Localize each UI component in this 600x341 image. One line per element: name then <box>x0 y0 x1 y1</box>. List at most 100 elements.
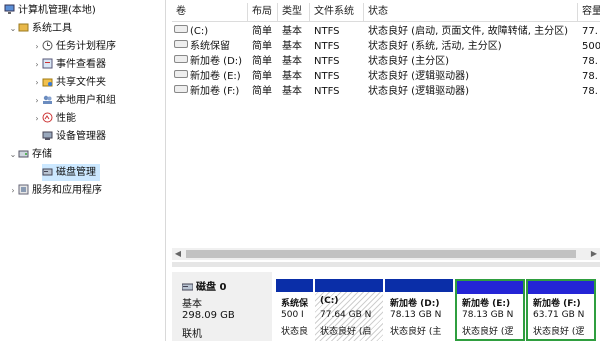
disk-size: 298.09 GB <box>182 310 235 321</box>
disk-info[interactable]: 磁盘 0 基本 298.09 GB 联机 <box>172 272 272 341</box>
volume-status: 状态良好 (逻辑驱动器) <box>368 71 469 82</box>
partition-size: 78.13 GB N <box>462 310 514 320</box>
volume-type: 基本 <box>282 71 302 82</box>
tools-icon <box>18 22 29 33</box>
tree-item-performance[interactable]: › 性能 <box>32 110 76 127</box>
partition-size: 77.64 GB N <box>320 310 372 320</box>
volume-icon <box>174 85 188 93</box>
tree-item-task-scheduler[interactable]: › 任务计划程序 <box>32 38 116 55</box>
volume-status: 状态良好 (主分区) <box>368 56 449 67</box>
disk-icon <box>42 166 53 177</box>
volume-layout: 简单 <box>252 41 272 52</box>
volume-fs: NTFS <box>314 86 340 97</box>
tree-item-system-tools[interactable]: ⌄ 系统工具 <box>8 20 72 37</box>
disk-map: 磁盘 0 基本 298.09 GB 联机 系统保 500 I 状态良 (C:) … <box>172 267 600 341</box>
volume-type: 基本 <box>282 26 302 37</box>
column-header-volume[interactable]: 卷 <box>172 3 248 21</box>
disk-state: 联机 <box>182 329 202 340</box>
partition-status: 状态良好 (逻 <box>462 327 514 337</box>
tree-item-disk-management[interactable]: 磁盘管理 <box>42 164 100 181</box>
volume-list-header: 卷 布局 类型 文件系统 状态 容量 <box>172 3 600 22</box>
volume-name: 新加卷 (E:) <box>174 69 248 84</box>
partition-title: 新加卷 (E:) <box>462 299 511 309</box>
partition-size: 500 I <box>281 310 304 320</box>
chevron-right-icon[interactable]: › <box>32 74 42 91</box>
chevron-right-icon[interactable]: › <box>32 56 42 73</box>
volume-name-text: 新加卷 (F:) <box>190 86 240 97</box>
chevron-right-icon[interactable]: › <box>32 38 42 55</box>
partition-f[interactable]: 新加卷 (F:) 63.71 GB N 状态良好 (逻 <box>526 279 596 341</box>
volume-capacity: 78. <box>582 71 598 82</box>
disk-title: 磁盘 0 <box>181 278 227 293</box>
column-header-filesystem[interactable]: 文件系统 <box>310 3 364 21</box>
device-manager-icon <box>42 130 53 141</box>
performance-icon <box>42 112 53 123</box>
volume-status: 状态良好 (系统, 活动, 主分区) <box>368 41 502 52</box>
scroll-right-icon[interactable]: ▶ <box>588 248 600 260</box>
computer-icon <box>4 4 15 15</box>
partition-bar <box>457 281 523 294</box>
scroll-left-icon[interactable]: ◀ <box>172 248 184 260</box>
volume-layout: 简单 <box>252 86 272 97</box>
disk-type: 基本 <box>182 299 202 310</box>
tree-label: 共享文件夹 <box>56 77 106 88</box>
navigation-tree: 计算机管理(本地) ⌄ 系统工具 › 任务计划程序 › 事件查看器 › 共享文件夹 › 本… <box>0 0 166 341</box>
tree-label: 任务计划程序 <box>56 41 116 52</box>
services-icon <box>18 184 29 195</box>
volume-name-text: (C:) <box>190 26 209 37</box>
volume-type: 基本 <box>282 56 302 67</box>
partition-status: 状态良 <box>281 327 309 337</box>
chevron-right-icon[interactable]: › <box>8 182 18 199</box>
chevron-down-icon[interactable]: ⌄ <box>8 20 18 37</box>
partition-bar <box>385 279 453 292</box>
tree-item-shared-folders[interactable]: › 共享文件夹 <box>32 74 106 91</box>
volume-row[interactable]: 新加卷 (D:) 简单 基本 NTFS 状态良好 (主分区) 78. <box>172 54 600 69</box>
volume-name: (C:) <box>174 24 248 39</box>
column-header-layout[interactable]: 布局 <box>248 3 278 21</box>
volume-fs: NTFS <box>314 56 340 67</box>
column-header-type[interactable]: 类型 <box>278 3 310 21</box>
partition-d[interactable]: 新加卷 (D:) 78.13 GB N 状态良好 (主 <box>385 279 453 341</box>
tree-label: 性能 <box>56 113 76 124</box>
volume-status: 状态良好 (启动, 页面文件, 故障转储, 主分区) <box>368 26 569 37</box>
volume-row[interactable]: 系统保留 简单 基本 NTFS 状态良好 (系统, 活动, 主分区) 500 <box>172 39 600 54</box>
chevron-right-icon[interactable]: › <box>32 110 42 127</box>
volume-row[interactable]: 新加卷 (E:) 简单 基本 NTFS 状态良好 (逻辑驱动器) 78. <box>172 69 600 84</box>
volume-row[interactable]: (C:) 简单 基本 NTFS 状态良好 (启动, 页面文件, 故障转储, 主分… <box>172 24 600 39</box>
shared-folder-icon <box>42 76 53 87</box>
volume-status: 状态良好 (逻辑驱动器) <box>368 86 469 97</box>
tree-item-root[interactable]: 计算机管理(本地) <box>4 2 96 19</box>
tree-label: 计算机管理(本地) <box>18 5 96 16</box>
volume-layout: 简单 <box>252 71 272 82</box>
partition-e[interactable]: 新加卷 (E:) 78.13 GB N 状态良好 (逻 <box>455 279 525 341</box>
tree-label: 磁盘管理 <box>56 167 96 178</box>
volume-name-text: 新加卷 (E:) <box>190 71 241 82</box>
tree-item-services[interactable]: › 服务和应用程序 <box>8 182 102 199</box>
volume-row[interactable]: 新加卷 (F:) 简单 基本 NTFS 状态良好 (逻辑驱动器) 78. <box>172 84 600 99</box>
volume-fs: NTFS <box>314 41 340 52</box>
partition-title: 新加卷 (D:) <box>390 299 440 309</box>
tree-item-event-viewer[interactable]: › 事件查看器 <box>32 56 106 73</box>
volume-capacity: 78. <box>582 86 598 97</box>
tree-item-storage[interactable]: ⌄ 存储 <box>8 146 52 163</box>
scrollbar-thumb[interactable] <box>186 250 576 258</box>
partition-title: (C:) <box>320 296 339 306</box>
column-header-capacity[interactable]: 容量 <box>578 3 600 21</box>
column-header-status[interactable]: 状态 <box>364 3 578 21</box>
tree-label: 存储 <box>32 149 52 160</box>
tree-label: 事件查看器 <box>56 59 106 70</box>
partition-system-reserved[interactable]: 系统保 500 I 状态良 <box>276 279 313 341</box>
disk-name: 磁盘 0 <box>196 282 227 293</box>
tree-item-device-manager[interactable]: 设备管理器 <box>42 128 106 145</box>
chevron-right-icon[interactable]: › <box>32 92 42 109</box>
volume-capacity: 77. <box>582 26 598 37</box>
clock-icon <box>42 40 53 51</box>
volume-fs: NTFS <box>314 71 340 82</box>
tree-item-local-users[interactable]: › 本地用户和组 <box>32 92 116 109</box>
chevron-down-icon[interactable]: ⌄ <box>8 146 18 163</box>
horizontal-scrollbar[interactable]: ◀ ▶ <box>172 248 600 260</box>
volume-icon <box>174 55 188 63</box>
partition-c[interactable]: (C:) 77.64 GB N 状态良好 (启 <box>315 279 383 341</box>
volume-name: 系统保留 <box>174 39 248 54</box>
volume-type: 基本 <box>282 41 302 52</box>
